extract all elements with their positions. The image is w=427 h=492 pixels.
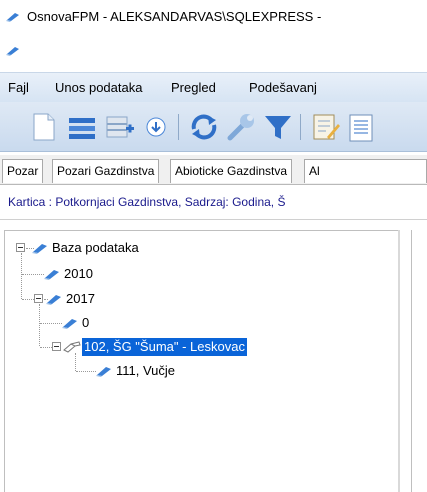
tree-node-2017[interactable]: 2017 xyxy=(64,290,97,308)
book-pen-icon xyxy=(32,244,47,254)
tab-pozari-gazdinstva[interactable]: Pozari Gazdinstva xyxy=(52,159,160,183)
tree-node-baza-podataka[interactable]: Baza podataka xyxy=(50,239,141,257)
collapse-toggle[interactable] xyxy=(52,342,61,351)
tree-node-111-vucje[interactable]: 111, Vučje xyxy=(114,362,177,380)
edit-document-icon[interactable] xyxy=(310,111,342,143)
info-bar: Kartica : Potkornjaci Gazdinstva, Sadrza… xyxy=(0,186,427,220)
tree-node-0[interactable]: 0 xyxy=(80,314,91,332)
toolbar-separator xyxy=(178,114,179,140)
tree-connector xyxy=(39,304,40,346)
add-record-icon[interactable] xyxy=(104,111,136,143)
tree-node-102-leskovac[interactable]: 102, ŠG "Šuma" - Leskovac xyxy=(82,338,247,356)
collapse-toggle[interactable] xyxy=(16,243,25,252)
collapse-toggle[interactable] xyxy=(34,294,43,303)
menu-bar: Fajl Unos podataka Pregled Podešavanj xyxy=(0,72,427,102)
toolbar-separator xyxy=(300,114,301,140)
book-pen-icon xyxy=(6,13,19,22)
book-pen-icon xyxy=(46,295,61,305)
tree-connector xyxy=(40,323,62,324)
title-bar: OsnovaFPM - ALEKSANDARVAS\SQLEXPRESS - xyxy=(0,0,427,36)
tree-connector xyxy=(40,347,52,348)
tab-pozar[interactable]: Pozar xyxy=(2,159,44,183)
book-pen-icon xyxy=(44,270,59,280)
window-title: OsnovaFPM - ALEKSANDARVAS\SQLEXPRESS - xyxy=(27,9,322,24)
wrench-icon[interactable] xyxy=(225,111,257,143)
download-icon[interactable] xyxy=(140,111,172,143)
new-document-icon[interactable] xyxy=(28,111,60,143)
tree-connector xyxy=(76,371,96,372)
filter-icon[interactable] xyxy=(262,111,294,143)
menu-podesavanja[interactable]: Podešavanj xyxy=(249,80,317,95)
tab-strip: Pozar Pozari Gazdinstva Abioticke Gazdin… xyxy=(0,155,427,185)
tree-connector xyxy=(21,253,22,299)
toolbar xyxy=(0,102,427,152)
menu-unos-podataka[interactable]: Unos podataka xyxy=(55,80,142,95)
tree-node-2010[interactable]: 2010 xyxy=(62,265,95,283)
tree-connector xyxy=(22,274,44,275)
splitter[interactable] xyxy=(398,230,400,492)
refresh-icon[interactable] xyxy=(188,111,220,143)
tree-connector xyxy=(22,299,34,300)
card-info-text: Kartica : Potkornjaci Gazdinstva, Sadrza… xyxy=(8,195,286,209)
menu-pregled[interactable]: Pregled xyxy=(171,80,216,95)
list-icon[interactable] xyxy=(66,111,98,143)
book-pen-icon[interactable] xyxy=(6,46,20,56)
child-window-bar xyxy=(0,36,427,72)
report-icon[interactable] xyxy=(346,111,378,143)
tab-overflow[interactable]: Al xyxy=(304,159,427,183)
tab-abioticke-gazdinstva[interactable]: Abioticke Gazdinstva xyxy=(170,159,293,183)
book-open-icon xyxy=(63,341,81,353)
book-pen-icon xyxy=(96,367,111,377)
tree-connector xyxy=(75,353,76,371)
book-pen-icon xyxy=(62,319,77,329)
detail-panel xyxy=(411,230,427,492)
tree-view[interactable]: Baza podataka 2010 2017 0 102, ŠG "Šuma"… xyxy=(4,230,399,492)
menu-fajl[interactable]: Fajl xyxy=(8,80,29,95)
